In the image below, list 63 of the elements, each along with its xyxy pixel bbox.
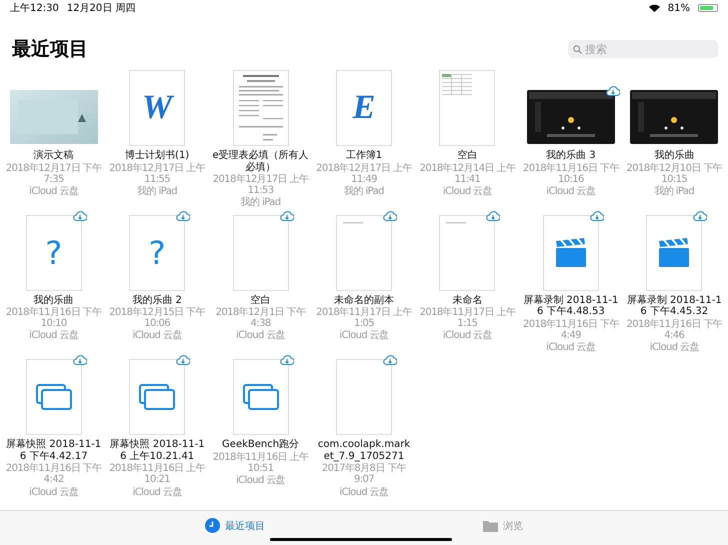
file-location: iCloud 云盘 — [132, 330, 183, 342]
screenshot-icon — [242, 384, 279, 410]
file-location: iCloud 云盘 — [28, 486, 80, 498]
folder-icon — [483, 520, 498, 532]
file-location: iCloud 云盘 — [442, 330, 493, 342]
file-name[interactable]: 屏幕录制 2018-11-16 下午4.48.53 — [519, 294, 623, 318]
file-location: iCloud 云盘 — [545, 186, 596, 198]
file-location: iCloud 云盘 — [132, 486, 183, 498]
file-name[interactable]: com.coolapk.market_7.9_1705271 — [312, 439, 416, 462]
wifi-icon — [648, 4, 660, 12]
file-name[interactable]: 工作簿1 — [342, 150, 386, 162]
file-location: iCloud 云盘 — [338, 330, 390, 342]
question-mark: ? — [148, 234, 166, 272]
file-location: iCloud 云盘 — [545, 342, 596, 354]
home-indicator[interactable] — [270, 538, 452, 541]
file-location: iCloud 云盘 — [442, 186, 493, 198]
file-location: iCloud 云盘 — [28, 186, 80, 198]
file-location: 我的 iPad — [136, 186, 178, 198]
page-title: 最近项目 — [12, 37, 89, 62]
file-location: iCloud 云盘 — [235, 475, 286, 486]
battery-icon — [698, 4, 718, 12]
file-name[interactable]: 未命名 — [449, 294, 486, 306]
question-mark: ? — [45, 234, 62, 272]
status-time: 上午12:30 — [10, 2, 59, 15]
file-name[interactable]: 未命名的副本 — [330, 294, 397, 306]
file-name[interactable]: 演示文稿 — [30, 150, 77, 162]
file-name[interactable]: 屏幕录制 2018-11-16 下午4.45.32 — [622, 294, 726, 318]
file-date: 2018年12月17日 上午11:53 — [212, 174, 310, 196]
file-name[interactable]: 博士计划书(1) — [122, 150, 192, 162]
file-location: iCloud 云盘 — [338, 486, 390, 498]
file-name[interactable]: 我的乐曲 3 — [543, 150, 599, 162]
file-date: 2018年12月10日 下午10:15 — [625, 162, 724, 185]
clapperboard-icon — [657, 238, 692, 268]
clock-icon — [205, 518, 220, 533]
screenshot-icon — [36, 384, 72, 410]
file-type-letter: W — [142, 89, 172, 127]
clapperboard-icon — [554, 238, 588, 268]
file-name[interactable]: 我的乐曲 — [30, 294, 77, 306]
text-line-icon — [342, 222, 363, 225]
file-name[interactable]: 屏幕快照 2018-11-16 上午10.21.41 — [105, 439, 209, 462]
battery-percent: 81% — [668, 2, 690, 14]
search-icon — [573, 45, 582, 54]
file-location: iCloud 云盘 — [648, 342, 700, 354]
tab-button[interactable]: 最近项目 — [201, 516, 269, 535]
file-name[interactable]: e受理表必填（所有人必填） — [208, 150, 312, 173]
file-name[interactable]: GeekBench跑分 — [219, 439, 302, 451]
file-name[interactable]: 空白 — [248, 294, 274, 306]
file-location: iCloud 云盘 — [235, 330, 286, 342]
file-location: 我的 iPad — [240, 197, 282, 209]
file-name[interactable]: 我的乐曲 2 — [129, 294, 185, 306]
status-date: 12月20日 周四 — [66, 2, 136, 15]
file-type-letter: E — [352, 89, 376, 127]
search-field[interactable]: 搜索 — [568, 40, 718, 58]
file-date: 2018年12月17日 上午11:49 — [315, 162, 413, 185]
file-name[interactable]: 空白 — [454, 150, 480, 162]
file-location: 我的 iPad — [343, 186, 385, 198]
file-name[interactable]: 屏幕快照 2018-11-16 下午4.42.17 — [2, 439, 106, 462]
file-location: 我的 iPad — [653, 186, 696, 198]
file-name[interactable]: 我的乐曲 — [651, 150, 698, 162]
file-location: iCloud 云盘 — [28, 330, 80, 342]
text-line-icon — [446, 222, 466, 225]
screenshot-icon — [139, 384, 176, 410]
file-date: 2018年12月17日 上午11:55 — [108, 162, 206, 185]
